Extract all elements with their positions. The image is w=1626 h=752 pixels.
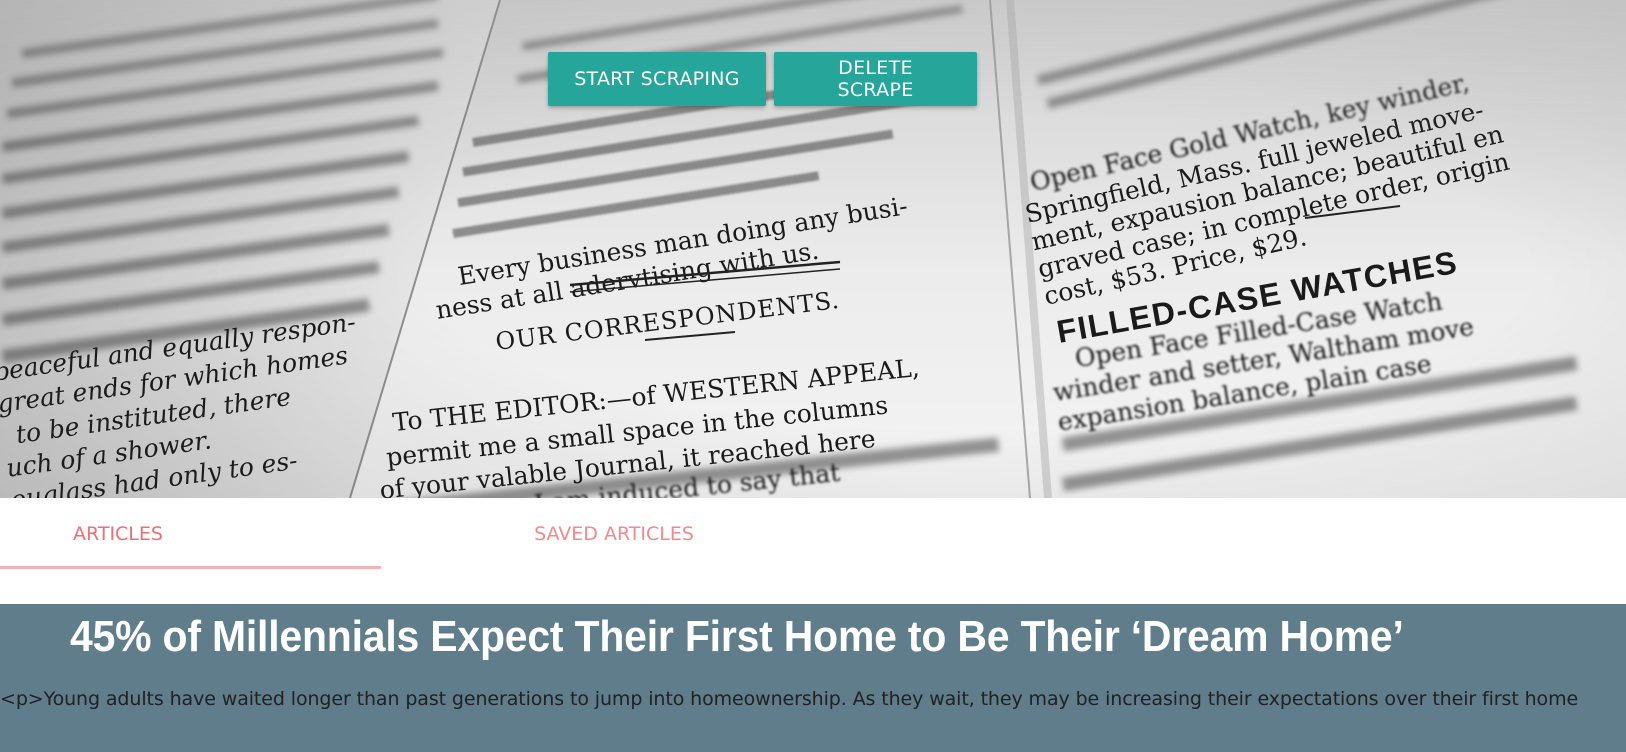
delete-scrape-button[interactable]: DELETE SCRAPE	[774, 52, 977, 106]
article-title[interactable]: 45% of Millennials Expect Their First Ho…	[70, 612, 1404, 662]
active-tab-indicator	[0, 566, 381, 569]
article-card: 45% of Millennials Expect Their First Ho…	[0, 604, 1626, 752]
tab-articles[interactable]: ARTICLES	[0, 498, 381, 570]
tab-saved-articles[interactable]: SAVED ARTICLES	[381, 498, 847, 570]
hero-banner: peaceful and equally respon- great ends …	[0, 0, 1626, 498]
tab-saved-articles-label: SAVED ARTICLES	[534, 523, 694, 545]
article-summary: <p>Young adults have waited longer than …	[0, 688, 1579, 710]
scrape-controls: START SCRAPING DELETE SCRAPE	[548, 52, 977, 106]
tab-articles-label: ARTICLES	[73, 523, 163, 545]
start-scraping-button[interactable]: START SCRAPING	[548, 52, 766, 106]
article-tabs: ARTICLES SAVED ARTICLES	[0, 498, 1626, 570]
